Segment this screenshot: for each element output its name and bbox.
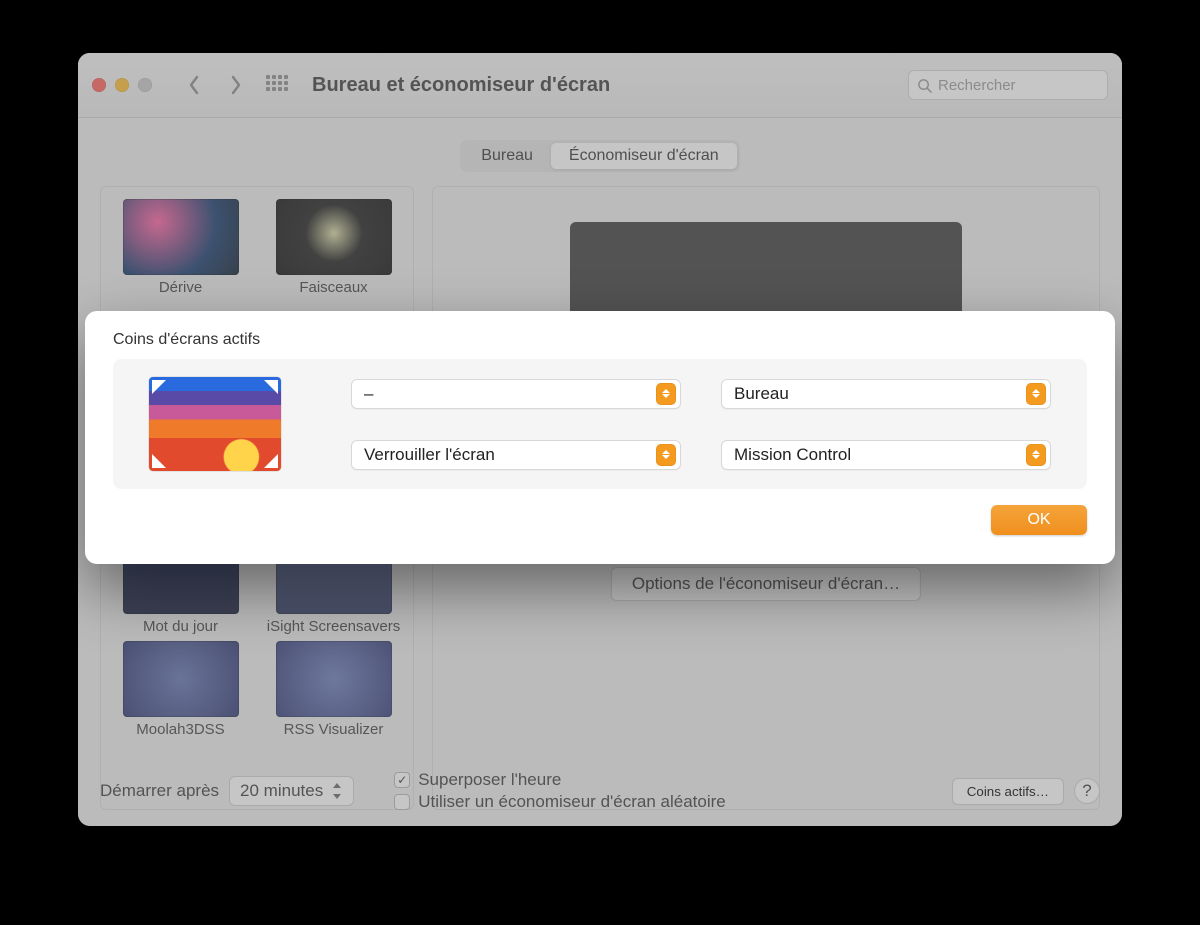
corner-top-right-select[interactable]: Bureau <box>721 379 1051 409</box>
select-value: Verrouiller l'écran <box>364 445 656 465</box>
updown-icon <box>656 383 676 405</box>
corner-marker-icon <box>152 454 166 468</box>
select-value: Bureau <box>734 384 1026 404</box>
corner-bottom-left-select[interactable]: Verrouiller l'écran <box>351 440 681 470</box>
sheet-body: – Bureau Verrouiller l'écran Mission Con… <box>113 359 1087 489</box>
corner-marker-icon <box>264 380 278 394</box>
sheet-title: Coins d'écrans actifs <box>113 331 1087 349</box>
updown-icon <box>1026 444 1046 466</box>
select-value: Mission Control <box>734 445 1026 465</box>
desktop-preview <box>149 377 281 471</box>
ok-button[interactable]: OK <box>991 505 1087 535</box>
hot-corners-sheet: Coins d'écrans actifs – Bureau Verrouill… <box>85 311 1115 564</box>
updown-icon <box>1026 383 1046 405</box>
corner-bottom-right-select[interactable]: Mission Control <box>721 440 1051 470</box>
corner-marker-icon <box>152 380 166 394</box>
corner-top-left-select[interactable]: – <box>351 379 681 409</box>
updown-icon <box>656 444 676 466</box>
select-value: – <box>364 384 656 404</box>
corner-marker-icon <box>264 454 278 468</box>
